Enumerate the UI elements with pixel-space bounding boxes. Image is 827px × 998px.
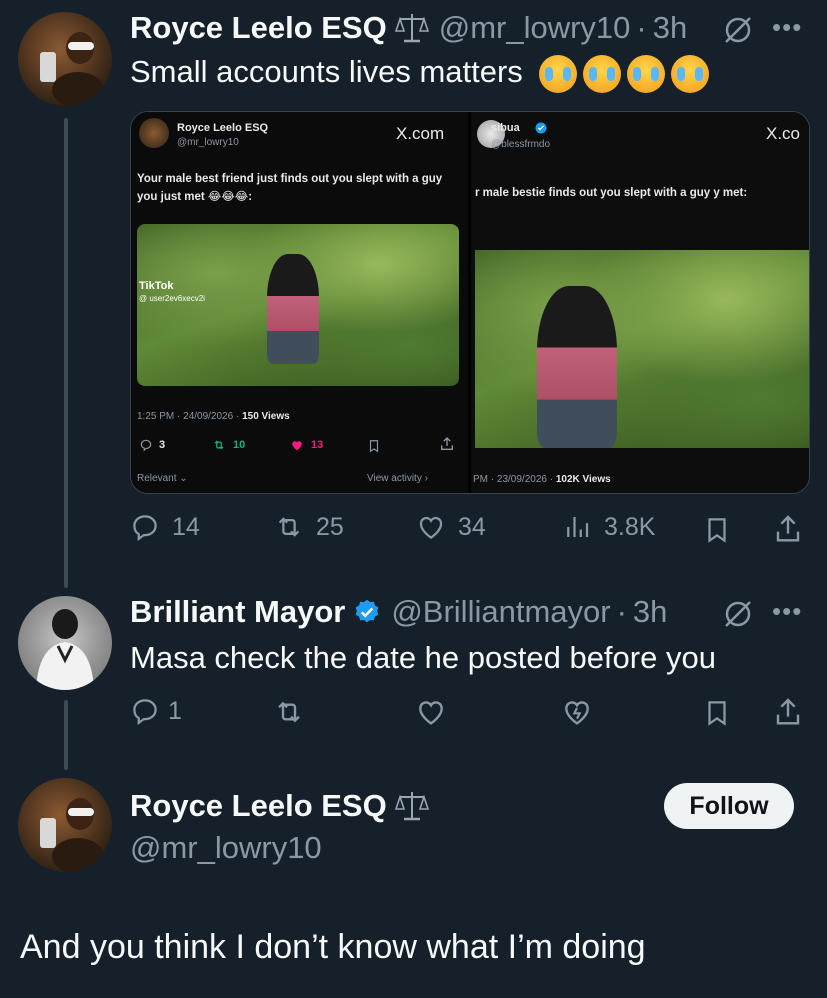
post-text: Small accounts lives matters bbox=[130, 54, 710, 93]
embedded-reply-count: 3 bbox=[159, 439, 166, 451]
author-name[interactable]: Royce Leelo ESQ bbox=[130, 788, 387, 824]
reply-icon bbox=[133, 515, 157, 542]
share-icon[interactable] bbox=[772, 512, 804, 546]
post-header: Royce Leelo ESQ bbox=[130, 788, 429, 824]
reply-icon bbox=[140, 439, 152, 452]
embedded-repost-count: 10 bbox=[233, 439, 246, 451]
grok-icon[interactable] bbox=[722, 598, 754, 630]
scales-icon bbox=[394, 792, 429, 821]
follow-button[interactable]: Follow bbox=[664, 783, 794, 829]
bookmark-icon[interactable] bbox=[702, 514, 732, 546]
relevant-text: Relevant bbox=[137, 473, 177, 484]
embedded-author-name: sibua bbox=[491, 122, 520, 134]
embedded-meta-views: 150 Views bbox=[242, 411, 290, 422]
post-media[interactable]: Royce Leelo ESQ @mr_lowry10 X.com Your m… bbox=[130, 111, 810, 494]
avatar[interactable] bbox=[18, 596, 112, 690]
loudly-crying-face-icon bbox=[671, 54, 710, 93]
avatar[interactable] bbox=[18, 12, 112, 106]
video-figure bbox=[267, 254, 319, 364]
embedded-video: TikTok @ user2ev6xecv2i bbox=[137, 224, 459, 386]
repost-button[interactable]: 25 bbox=[274, 512, 344, 542]
repost-count: 25 bbox=[316, 512, 344, 541]
loudly-crying-face-icon bbox=[583, 54, 622, 93]
scales-icon bbox=[394, 14, 429, 43]
loudly-crying-face-icon bbox=[539, 54, 578, 93]
share-icon[interactable] bbox=[772, 695, 804, 729]
author-handle[interactable]: @mr_lowry10 bbox=[439, 10, 631, 46]
more-options-icon[interactable]: ••• bbox=[772, 12, 802, 43]
bookmark-icon[interactable] bbox=[702, 697, 732, 729]
embedded-like: 13 bbox=[289, 438, 323, 452]
verified-badge-icon bbox=[356, 599, 379, 623]
post-text: And you think I don’t know what I’m doin… bbox=[20, 928, 646, 966]
reply-button[interactable]: 14 bbox=[130, 512, 200, 542]
avatar[interactable] bbox=[18, 778, 112, 872]
more-options-icon[interactable]: ••• bbox=[772, 596, 802, 627]
bookmark-icon bbox=[369, 440, 379, 453]
embedded-author-handle: @blessfrmdo bbox=[491, 139, 551, 150]
repost-icon bbox=[278, 517, 300, 537]
embedded-post-text: r male bestie finds out you slept with a… bbox=[475, 187, 748, 199]
media-image-right[interactable]: sibua @blessfrmdo X.co r male bestie fin… bbox=[471, 112, 809, 493]
post-header: Royce Leelo ESQ @mr_lowry10 · 3h bbox=[130, 10, 687, 46]
reply-button[interactable]: 1 bbox=[130, 696, 182, 726]
repost-icon[interactable] bbox=[272, 696, 306, 728]
heart-filled-icon bbox=[292, 441, 302, 451]
author-handle[interactable]: @mr_lowry10 bbox=[130, 830, 322, 866]
embedded-meta: PM · 23/09/2026 · 102K Views bbox=[473, 474, 611, 485]
time-separator: · bbox=[616, 594, 627, 629]
embedded-post-text: Your male best friend just finds out you… bbox=[137, 173, 443, 203]
tip-heart-icon[interactable] bbox=[560, 696, 594, 728]
reply-count: 14 bbox=[172, 512, 200, 541]
embedded-author-name: Royce Leelo ESQ bbox=[177, 122, 269, 134]
post-time[interactable]: 3h bbox=[653, 10, 687, 46]
emoji-group bbox=[539, 54, 710, 93]
time-separator: · bbox=[636, 10, 647, 45]
view-activity-text: View activity bbox=[367, 473, 422, 484]
views-count: 3.8K bbox=[604, 512, 656, 541]
analytics-icon bbox=[567, 517, 589, 537]
view-activity-link: View activity › bbox=[367, 473, 428, 484]
embedded-meta-views: 102K Views bbox=[555, 474, 611, 485]
tiktok-user: @ user2ev6xecv2i bbox=[139, 294, 205, 303]
views-button[interactable]: 3.8K bbox=[562, 512, 655, 542]
embedded-author-handle: @mr_lowry10 bbox=[177, 137, 239, 148]
heart-icon bbox=[419, 516, 443, 539]
author-handle[interactable]: @Brilliantmayor bbox=[391, 594, 610, 630]
x-brand: X.co bbox=[766, 124, 801, 143]
author-name[interactable]: Royce Leelo ESQ bbox=[130, 10, 387, 46]
embedded-video bbox=[475, 250, 809, 448]
media-image-left[interactable]: Royce Leelo ESQ @mr_lowry10 X.com Your m… bbox=[131, 112, 468, 493]
relevant-label: Relevant ⌄ bbox=[137, 473, 188, 484]
embedded-reply: 3 bbox=[139, 438, 165, 452]
post-time[interactable]: 3h bbox=[633, 594, 667, 630]
embedded-meta: 1:25 PM · 24/09/2026 · 150 Views bbox=[137, 411, 290, 422]
reply-count: 1 bbox=[168, 696, 182, 725]
thread-line bbox=[64, 118, 68, 588]
video-figure bbox=[537, 286, 617, 448]
avatar bbox=[139, 118, 169, 148]
grok-icon[interactable] bbox=[722, 14, 754, 46]
repost-icon bbox=[214, 440, 224, 450]
thread-line bbox=[64, 700, 68, 770]
verified-badge-icon bbox=[535, 122, 547, 134]
loudly-crying-face-icon bbox=[627, 54, 666, 93]
reply-icon bbox=[133, 699, 157, 726]
tiktok-logo: TikTok bbox=[139, 280, 174, 292]
like-button[interactable]: 34 bbox=[416, 512, 486, 542]
post-text-content: Small accounts lives matters bbox=[130, 54, 523, 89]
post-header: Brilliant Mayor @Brilliantmayor · 3h bbox=[130, 594, 667, 630]
embedded-meta-time: 1:25 PM · 24/09/2026 · bbox=[137, 411, 243, 422]
embedded-repost: 10 bbox=[211, 438, 245, 452]
x-brand: X.com bbox=[396, 124, 445, 143]
embedded-like-count: 13 bbox=[311, 439, 324, 451]
share-icon bbox=[441, 437, 453, 450]
author-name[interactable]: Brilliant Mayor bbox=[130, 594, 345, 630]
post-text: Masa check the date he posted before you bbox=[130, 640, 716, 675]
like-count: 34 bbox=[458, 512, 486, 541]
embedded-meta-time: PM · 23/09/2026 · bbox=[473, 474, 556, 485]
heart-icon[interactable] bbox=[415, 696, 447, 728]
